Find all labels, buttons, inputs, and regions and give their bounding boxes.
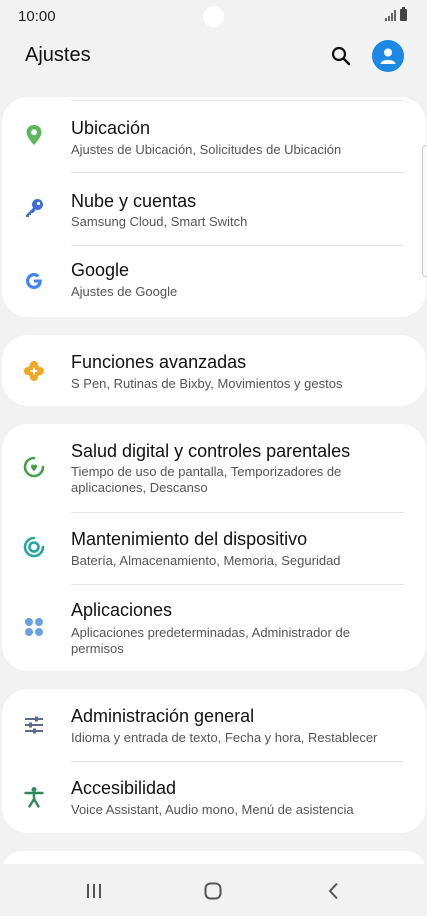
front-camera-cutout	[203, 6, 224, 27]
item-title: Nube y cuentas	[71, 191, 197, 211]
settings-item-google[interactable]: Google Ajustes de Google	[2, 245, 426, 317]
navigation-bar	[0, 864, 427, 916]
status-bar: 10:00	[0, 0, 427, 34]
back-button[interactable]	[313, 876, 353, 906]
settings-item-ubicacion[interactable]: Ubicación Ajustes de Ubicación, Solicitu…	[2, 97, 426, 172]
item-title: Aplicaciones	[71, 600, 173, 620]
settings-item-administracion-general[interactable]: Administración general Idioma y entrada …	[2, 689, 426, 761]
item-subtitle: Idioma y entrada de texto, Fecha y hora,…	[71, 730, 378, 745]
settings-item-nube-y-cuentas[interactable]: Nube y cuentas Samsung Cloud, Smart Swit…	[2, 172, 426, 244]
item-subtitle: Ajustes de Google	[71, 284, 178, 299]
accessibility-icon	[22, 785, 46, 809]
settings-item-accesibilidad[interactable]: Accesibilidad Voice Assistant, Audio mon…	[2, 761, 426, 833]
settings-card-3: Salud digital y controles parentales Tie…	[2, 424, 426, 671]
status-time: 10:00	[18, 8, 56, 25]
settings-item-salud-digital[interactable]: Salud digital y controles parentales Tie…	[2, 424, 426, 512]
digital-wellbeing-icon	[22, 455, 46, 479]
location-pin-icon	[22, 123, 46, 147]
home-button[interactable]	[193, 876, 233, 906]
item-subtitle: Batería, Almacenamiento, Memoria, Seguri…	[71, 553, 341, 568]
recent-apps-button[interactable]	[74, 876, 114, 906]
key-icon	[22, 196, 46, 220]
back-icon	[328, 882, 338, 900]
google-icon	[22, 269, 46, 293]
item-title: Funciones avanzadas	[71, 352, 247, 372]
item-subtitle: Voice Assistant, Audio mono, Menú de asi…	[71, 802, 354, 817]
item-title: Mantenimiento del dispositivo	[71, 529, 308, 549]
scrollbar-thumb[interactable]	[422, 145, 427, 277]
item-subtitle: S Pen, Rutinas de Bixby, Movimientos y g…	[71, 376, 343, 391]
settings-card-4: Administración general Idioma y entrada …	[2, 689, 426, 833]
settings-card-1: Ubicación Ajustes de Ubicación, Solicitu…	[2, 97, 426, 317]
search-icon	[331, 46, 351, 66]
person-icon	[380, 48, 396, 64]
settings-item-aplicaciones[interactable]: Aplicaciones Aplicaciones predeterminada…	[2, 584, 426, 671]
account-avatar-button[interactable]	[372, 40, 404, 72]
recent-apps-icon	[87, 884, 101, 898]
search-button[interactable]	[325, 40, 357, 72]
item-subtitle: Ajustes de Ubicación, Solicitudes de Ubi…	[71, 142, 342, 157]
puzzle-gear-icon	[22, 359, 46, 383]
header: Ajustes	[0, 34, 427, 90]
item-subtitle: Tiempo de uso de pantalla, Temporizadore…	[71, 464, 342, 495]
battery-icon	[400, 7, 407, 21]
device-care-icon	[22, 535, 46, 559]
home-icon	[204, 882, 222, 900]
apps-grid-icon	[22, 615, 46, 639]
item-title: Salud digital y controles parentales	[71, 441, 351, 461]
item-title: Ubicación	[71, 118, 151, 138]
settings-item-funciones-avanzadas[interactable]: Funciones avanzadas S Pen, Rutinas de Bi…	[2, 335, 426, 406]
item-subtitle: Aplicaciones predeterminadas, Administra…	[71, 625, 350, 656]
item-title: Administración general	[71, 706, 255, 726]
settings-card-2: Funciones avanzadas S Pen, Rutinas de Bi…	[2, 335, 426, 406]
sliders-icon	[22, 713, 46, 737]
item-title: Google	[71, 260, 130, 280]
item-subtitle: Samsung Cloud, Smart Switch	[71, 214, 248, 229]
status-icons	[385, 7, 407, 21]
settings-item-mantenimiento[interactable]: Mantenimiento del dispositivo Batería, A…	[2, 512, 426, 584]
page-title: Ajustes	[25, 44, 91, 66]
item-title: Accesibilidad	[71, 778, 177, 798]
signal-icon	[385, 9, 396, 21]
